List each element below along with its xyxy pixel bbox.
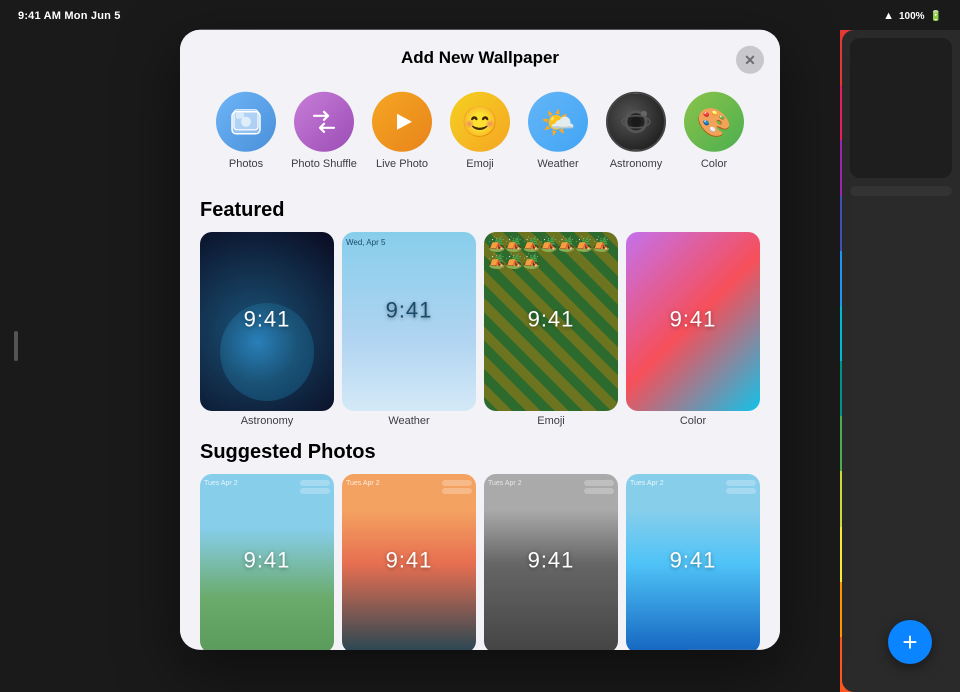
featured-item-color[interactable]: 9:41 Color bbox=[626, 232, 760, 427]
shuffle-icon-bg bbox=[294, 92, 354, 152]
category-emoji-label: Emoji bbox=[466, 158, 494, 171]
category-astronomy-label: Astronomy bbox=[610, 158, 663, 171]
s4-time: 9:41 bbox=[670, 547, 717, 573]
s1-widgets bbox=[300, 480, 330, 494]
s4-date: Tues Apr 2 bbox=[630, 480, 664, 487]
status-right-icons: ▲ 100% 🔋 bbox=[883, 10, 942, 22]
astronomy-icon-bg bbox=[606, 92, 666, 152]
s3-topbar: Tues Apr 2 bbox=[488, 480, 614, 494]
s3-widgets bbox=[584, 480, 614, 494]
s1-date: Tues Apr 2 bbox=[204, 480, 238, 487]
s2-date: Tues Apr 2 bbox=[346, 480, 380, 487]
featured-item-emoji[interactable]: 🏕️🏕️🏕️🏕️🏕️🏕️🏕️🏕️🏕️🏕️ 9:41 Emoji bbox=[484, 232, 618, 427]
category-shuffle[interactable]: Photo Shuffle bbox=[290, 92, 358, 171]
featured-caption-color: Color bbox=[626, 415, 760, 427]
featured-thumb-weather[interactable]: 9:41 Wed, Apr 5 bbox=[342, 232, 476, 411]
category-shuffle-label: Photo Shuffle bbox=[291, 158, 357, 171]
category-emoji[interactable]: 😊 Emoji bbox=[446, 92, 514, 171]
emoji-icon-bg: 😊 bbox=[450, 92, 510, 152]
weather-time: 9:41 bbox=[386, 297, 433, 323]
wallpaper-panel bbox=[842, 30, 960, 692]
featured-thumb-astronomy[interactable]: 9:41 bbox=[200, 232, 334, 411]
battery-icon: 🔋 bbox=[930, 11, 942, 22]
suggested-item-1[interactable]: Tues Apr 2 9:41 bbox=[200, 474, 334, 650]
category-livephoto-label: Live Photo bbox=[376, 158, 428, 171]
suggested-grid: Tues Apr 2 9:41 Tues Apr 2 bbox=[200, 474, 760, 650]
featured-grid: 9:41 Astronomy 9:41 Wed, Apr 5 Weather 🏕… bbox=[200, 232, 760, 427]
modal-title: Add New Wallpaper bbox=[401, 48, 559, 68]
suggested-item-2[interactable]: Tues Apr 2 9:41 bbox=[342, 474, 476, 650]
suggested-thumb-4[interactable]: Tues Apr 2 9:41 bbox=[626, 474, 760, 650]
s3-date: Tues Apr 2 bbox=[488, 480, 522, 487]
livephoto-icon-bg bbox=[372, 92, 432, 152]
suggested-section-title: Suggested Photos bbox=[200, 441, 760, 464]
s1-topbar: Tues Apr 2 bbox=[204, 480, 330, 494]
color-time: 9:41 bbox=[670, 306, 717, 332]
status-time: 9:41 AM Mon Jun 5 bbox=[18, 10, 121, 22]
suggested-item-4[interactable]: Tues Apr 2 9:41 bbox=[626, 474, 760, 650]
suggested-item-3[interactable]: Tues Apr 2 9:41 bbox=[484, 474, 618, 650]
wifi-icon: ▲ bbox=[883, 10, 894, 22]
featured-item-astronomy[interactable]: 9:41 Astronomy bbox=[200, 232, 334, 427]
featured-section-title: Featured bbox=[200, 199, 760, 222]
modal-close-button[interactable]: ✕ bbox=[736, 46, 764, 74]
emoji-time: 9:41 bbox=[528, 306, 575, 332]
category-photos-label: Photos bbox=[229, 158, 263, 171]
category-row: Photos Photo Shuffle Live Photo 😊 Emoji bbox=[180, 78, 780, 179]
category-color-label: Color bbox=[701, 158, 727, 171]
category-weather[interactable]: 🌤️ Weather bbox=[524, 92, 592, 171]
left-edge-handle bbox=[14, 331, 18, 361]
s2-widgets bbox=[442, 480, 472, 494]
s2-time: 9:41 bbox=[386, 547, 433, 573]
featured-caption-astronomy: Astronomy bbox=[200, 415, 334, 427]
status-bar: 9:41 AM Mon Jun 5 ▲ 100% 🔋 bbox=[0, 10, 960, 22]
modal-header: Add New Wallpaper ✕ bbox=[180, 30, 780, 78]
category-photos[interactable]: Photos bbox=[212, 92, 280, 171]
category-weather-label: Weather bbox=[537, 158, 578, 171]
s3-time: 9:41 bbox=[528, 547, 575, 573]
plus-icon: + bbox=[902, 627, 917, 658]
weather-date: Wed, Apr 5 bbox=[346, 238, 385, 247]
close-icon: ✕ bbox=[744, 51, 756, 68]
featured-thumb-color[interactable]: 9:41 bbox=[626, 232, 760, 411]
add-wallpaper-modal: Add New Wallpaper ✕ Photos bbox=[180, 30, 780, 650]
astronomy-time: 9:41 bbox=[244, 306, 291, 332]
featured-thumb-emoji[interactable]: 🏕️🏕️🏕️🏕️🏕️🏕️🏕️🏕️🏕️🏕️ 9:41 bbox=[484, 232, 618, 411]
featured-caption-weather: Weather bbox=[342, 415, 476, 427]
s2-topbar: Tues Apr 2 bbox=[346, 480, 472, 494]
photos-icon bbox=[216, 92, 276, 152]
modal-scrollable-content[interactable]: Featured 9:41 Astronomy 9:41 Wed, Apr 5 … bbox=[180, 179, 780, 650]
s1-time: 9:41 bbox=[244, 547, 291, 573]
battery-percentage: 100% bbox=[899, 11, 925, 22]
suggested-thumb-1[interactable]: Tues Apr 2 9:41 bbox=[200, 474, 334, 650]
s4-topbar: Tues Apr 2 bbox=[630, 480, 756, 494]
featured-item-weather[interactable]: 9:41 Wed, Apr 5 Weather bbox=[342, 232, 476, 427]
category-astronomy[interactable]: Astronomy bbox=[602, 92, 670, 171]
color-icon-bg: 🎨 bbox=[684, 92, 744, 152]
category-color[interactable]: 🎨 Color bbox=[680, 92, 748, 171]
category-livephoto[interactable]: Live Photo bbox=[368, 92, 436, 171]
weather-top-bar: Wed, Apr 5 bbox=[346, 238, 472, 247]
add-wallpaper-fab[interactable]: + bbox=[888, 620, 932, 664]
featured-caption-emoji: Emoji bbox=[484, 415, 618, 427]
suggested-thumb-2[interactable]: Tues Apr 2 9:41 bbox=[342, 474, 476, 650]
suggested-thumb-3[interactable]: Tues Apr 2 9:41 bbox=[484, 474, 618, 650]
s4-widgets bbox=[726, 480, 756, 494]
weather-icon-bg: 🌤️ bbox=[528, 92, 588, 152]
